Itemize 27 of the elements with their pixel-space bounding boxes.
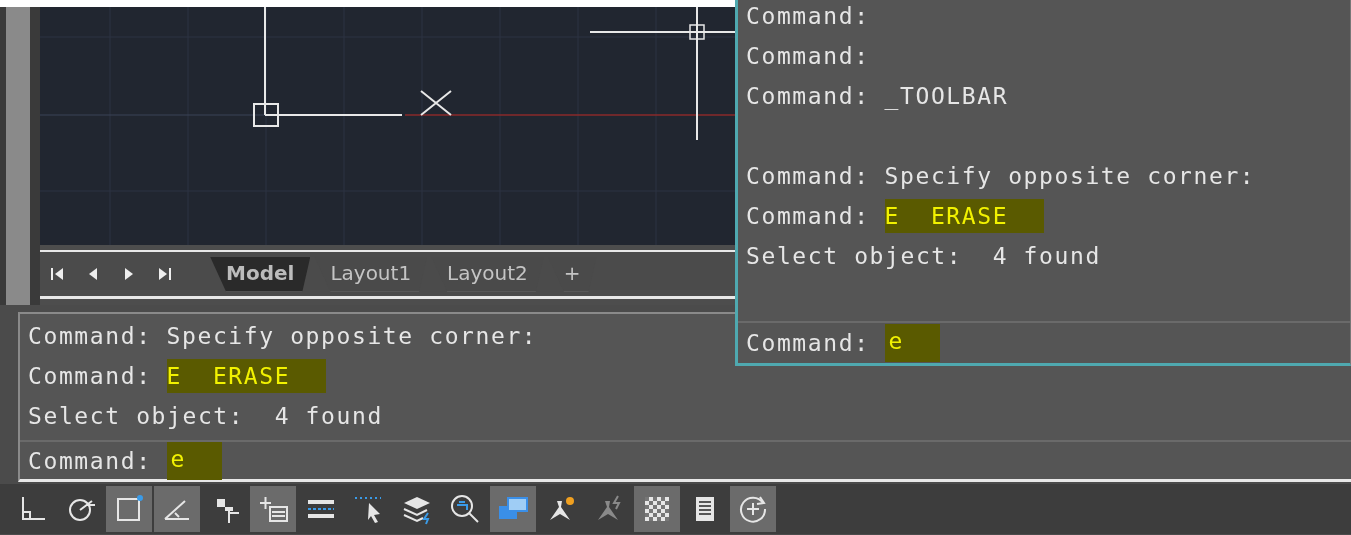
prompt-text: Command: <box>746 163 870 189</box>
command-text: 4 found <box>273 403 383 429</box>
status-bar-button[interactable] <box>250 486 296 532</box>
prompt-text: Command: <box>28 363 152 389</box>
status-bar-button[interactable] <box>106 486 152 532</box>
status-bar-button[interactable] <box>154 486 200 532</box>
command-text: 4 found <box>991 243 1101 269</box>
command-text: E ERASE <box>884 199 1045 233</box>
layout-tab[interactable]: Model <box>210 256 311 292</box>
command-text: E ERASE <box>166 359 327 393</box>
prompt-text: Select object: <box>28 403 245 429</box>
command-text: _TOOLBAR <box>884 83 1009 109</box>
command-text: Specify opposite corner: <box>166 323 538 349</box>
prompt-text: Command: <box>746 43 870 69</box>
status-bar-button[interactable] <box>634 486 680 532</box>
first-tab-icon[interactable] <box>50 266 64 282</box>
prompt-text: Select object: <box>746 243 963 269</box>
command-input-field[interactable]: Command: e <box>738 321 1350 363</box>
prompt-text: Command: <box>28 323 152 349</box>
command-input-field[interactable]: Command: e <box>20 440 1351 480</box>
prompt-text: Command: <box>746 83 870 109</box>
command-text: Specify opposite corner: <box>884 163 1256 189</box>
last-tab-icon[interactable] <box>158 266 172 282</box>
status-bar-button[interactable] <box>730 486 776 532</box>
zoom-icon <box>449 493 481 525</box>
prompt-text: Command: <box>746 203 870 229</box>
prompt-text: Command: <box>746 3 870 29</box>
